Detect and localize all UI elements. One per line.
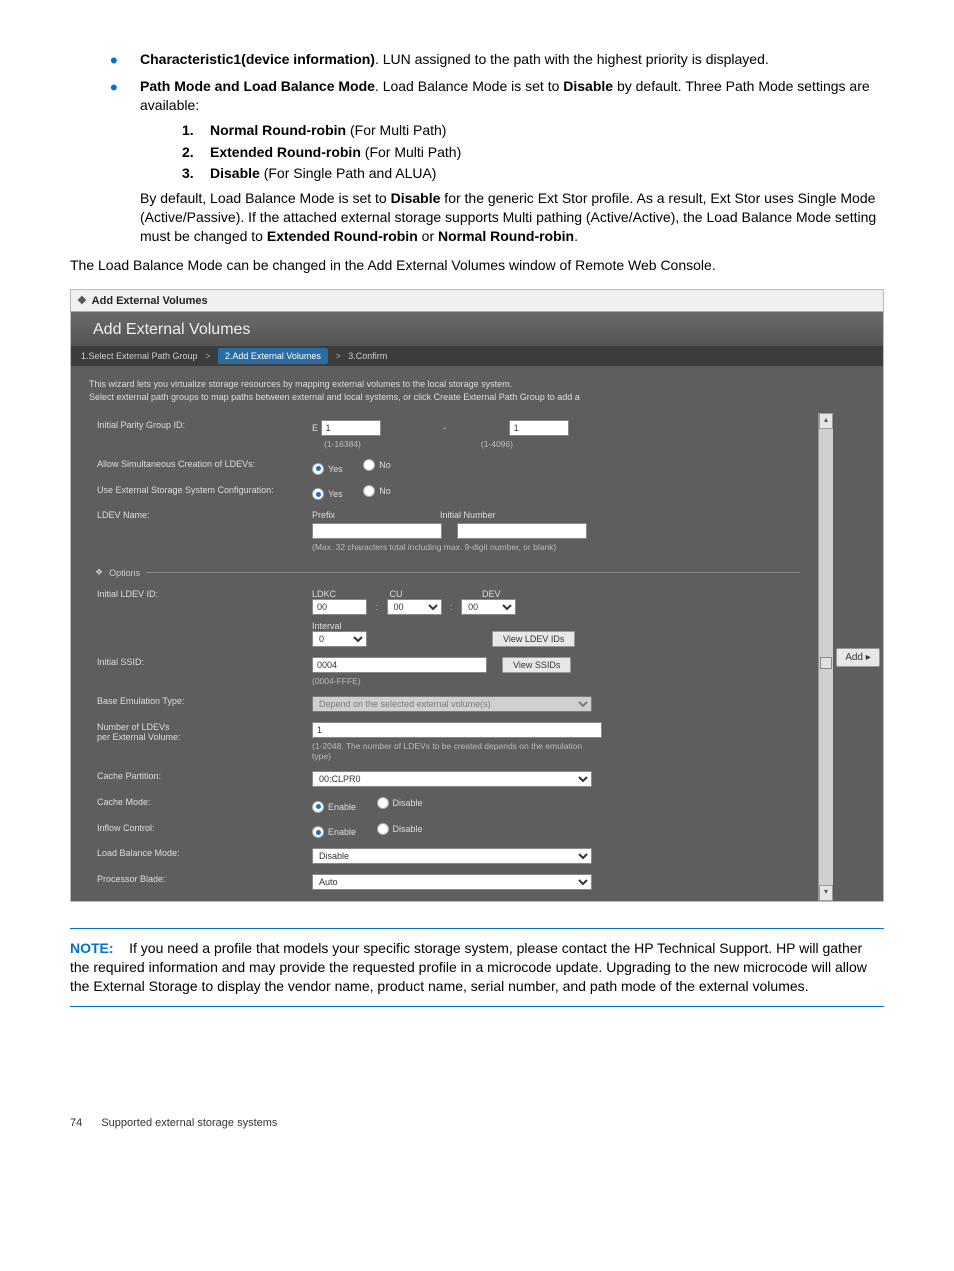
inflow-disable-radio[interactable]: Disable [377, 823, 423, 835]
cache-partition-label: Cache Partition: [95, 766, 310, 792]
lead-paragraph: The Load Balance Mode can be changed in … [70, 256, 884, 275]
cache-enable-radio[interactable]: Enable [312, 801, 356, 813]
wizard-header: Add External Volumes [71, 312, 883, 346]
dev-select[interactable]: 00 [461, 599, 516, 615]
footer-section-title: Supported external storage systems [101, 1117, 277, 1129]
wizard-steps: 1.Select External Path Group > 2.Add Ext… [71, 346, 883, 366]
cache-mode-label: Cache Mode: [95, 792, 310, 818]
useext-no-radio[interactable]: No [363, 485, 391, 497]
load-balance-mode-select[interactable]: Disable [312, 848, 592, 864]
note-divider-bottom [70, 1006, 884, 1007]
default-mode-paragraph: By default, Load Balance Mode is set to … [140, 189, 884, 246]
bullet-path-mode: Path Mode and Load Balance Mode. Load Ba… [110, 77, 884, 246]
allow-simultaneous-label: Allow Simultaneous Creation of LDEVs: [95, 454, 310, 480]
scroll-down-icon[interactable]: ▾ [819, 885, 833, 901]
note-divider-top [70, 928, 884, 929]
doc-bullet-list: Characteristic1(device information). LUN… [70, 50, 884, 246]
note-block: NOTE: If you need a profile that models … [70, 939, 884, 996]
processor-blade-select[interactable]: Auto [312, 874, 592, 890]
initial-ssid-label: Initial SSID: [95, 652, 310, 691]
collapse-options-icon[interactable]: ❖ [95, 567, 103, 578]
options-divider[interactable]: ❖ Options [95, 567, 800, 578]
add-button[interactable]: Add ▸ [836, 648, 880, 667]
cache-disable-radio[interactable]: Disable [377, 797, 423, 809]
ldev-prefix-input[interactable] [312, 523, 442, 539]
add-external-volumes-dialog: ❖ Add External Volumes Add External Volu… [70, 289, 884, 902]
ldev-initial-number-input[interactable] [457, 523, 587, 539]
ldev-name-label: LDEV Name: [95, 505, 310, 557]
ssid-input[interactable] [312, 657, 487, 673]
parity-group-input-2[interactable] [509, 420, 569, 436]
page-number: 74 [70, 1117, 82, 1129]
view-ldev-ids-button[interactable]: View LDEV IDs [492, 631, 575, 647]
interval-select[interactable]: 0 [312, 631, 367, 647]
load-balance-mode-label: Load Balance Mode: [95, 843, 310, 869]
allow-yes-radio[interactable]: Yes [312, 463, 343, 475]
parity-group-label: Initial Parity Group ID: [95, 415, 310, 454]
ldkc-input[interactable] [312, 599, 367, 615]
path-mode-options-list: 1.Normal Round-robin (For Multi Path) 2.… [140, 121, 884, 184]
num-ldevs-label: Number of LDEVsper External Volume: [95, 717, 310, 766]
processor-blade-label: Processor Blade: [95, 869, 310, 895]
form-panel: Initial Parity Group ID: E - (1-16384)(1… [71, 413, 818, 901]
inflow-enable-radio[interactable]: Enable [312, 826, 356, 838]
cache-partition-select[interactable]: 00:CLPR0 [312, 771, 592, 787]
collapse-icon[interactable]: ❖ [77, 294, 89, 307]
bullet-characteristic1: Characteristic1(device information). LUN… [110, 50, 884, 69]
initial-ldev-id-label: Initial LDEV ID: [95, 584, 310, 652]
num-ldevs-input[interactable] [312, 722, 602, 738]
cu-select[interactable]: 00 [387, 599, 442, 615]
page-footer: 74 Supported external storage systems [70, 1117, 884, 1129]
parity-group-input-1[interactable] [321, 420, 381, 436]
emulation-type-label: Base Emulation Type: [95, 691, 310, 717]
view-ssids-button[interactable]: View SSIDs [502, 657, 571, 673]
wizard-description: This wizard lets you virtualize storage … [71, 366, 883, 413]
allow-no-radio[interactable]: No [363, 459, 391, 471]
emulation-type-select: Depend on the selected external volume(s… [312, 696, 592, 712]
inflow-control-label: Inflow Control: [95, 818, 310, 844]
useext-yes-radio[interactable]: Yes [312, 488, 343, 500]
form-scrollbar[interactable]: ▴ ▾ [818, 413, 833, 901]
scroll-thumb[interactable] [820, 657, 832, 669]
step-1[interactable]: 1.Select External Path Group [81, 351, 198, 361]
step-2-active[interactable]: 2.Add External Volumes [218, 348, 328, 364]
dialog-title: Add External Volumes [92, 295, 208, 307]
note-label: NOTE: [70, 940, 114, 956]
step-3: 3.Confirm [348, 351, 387, 361]
use-external-config-label: Use External Storage System Configuratio… [95, 480, 310, 506]
scroll-up-icon[interactable]: ▴ [819, 413, 833, 429]
